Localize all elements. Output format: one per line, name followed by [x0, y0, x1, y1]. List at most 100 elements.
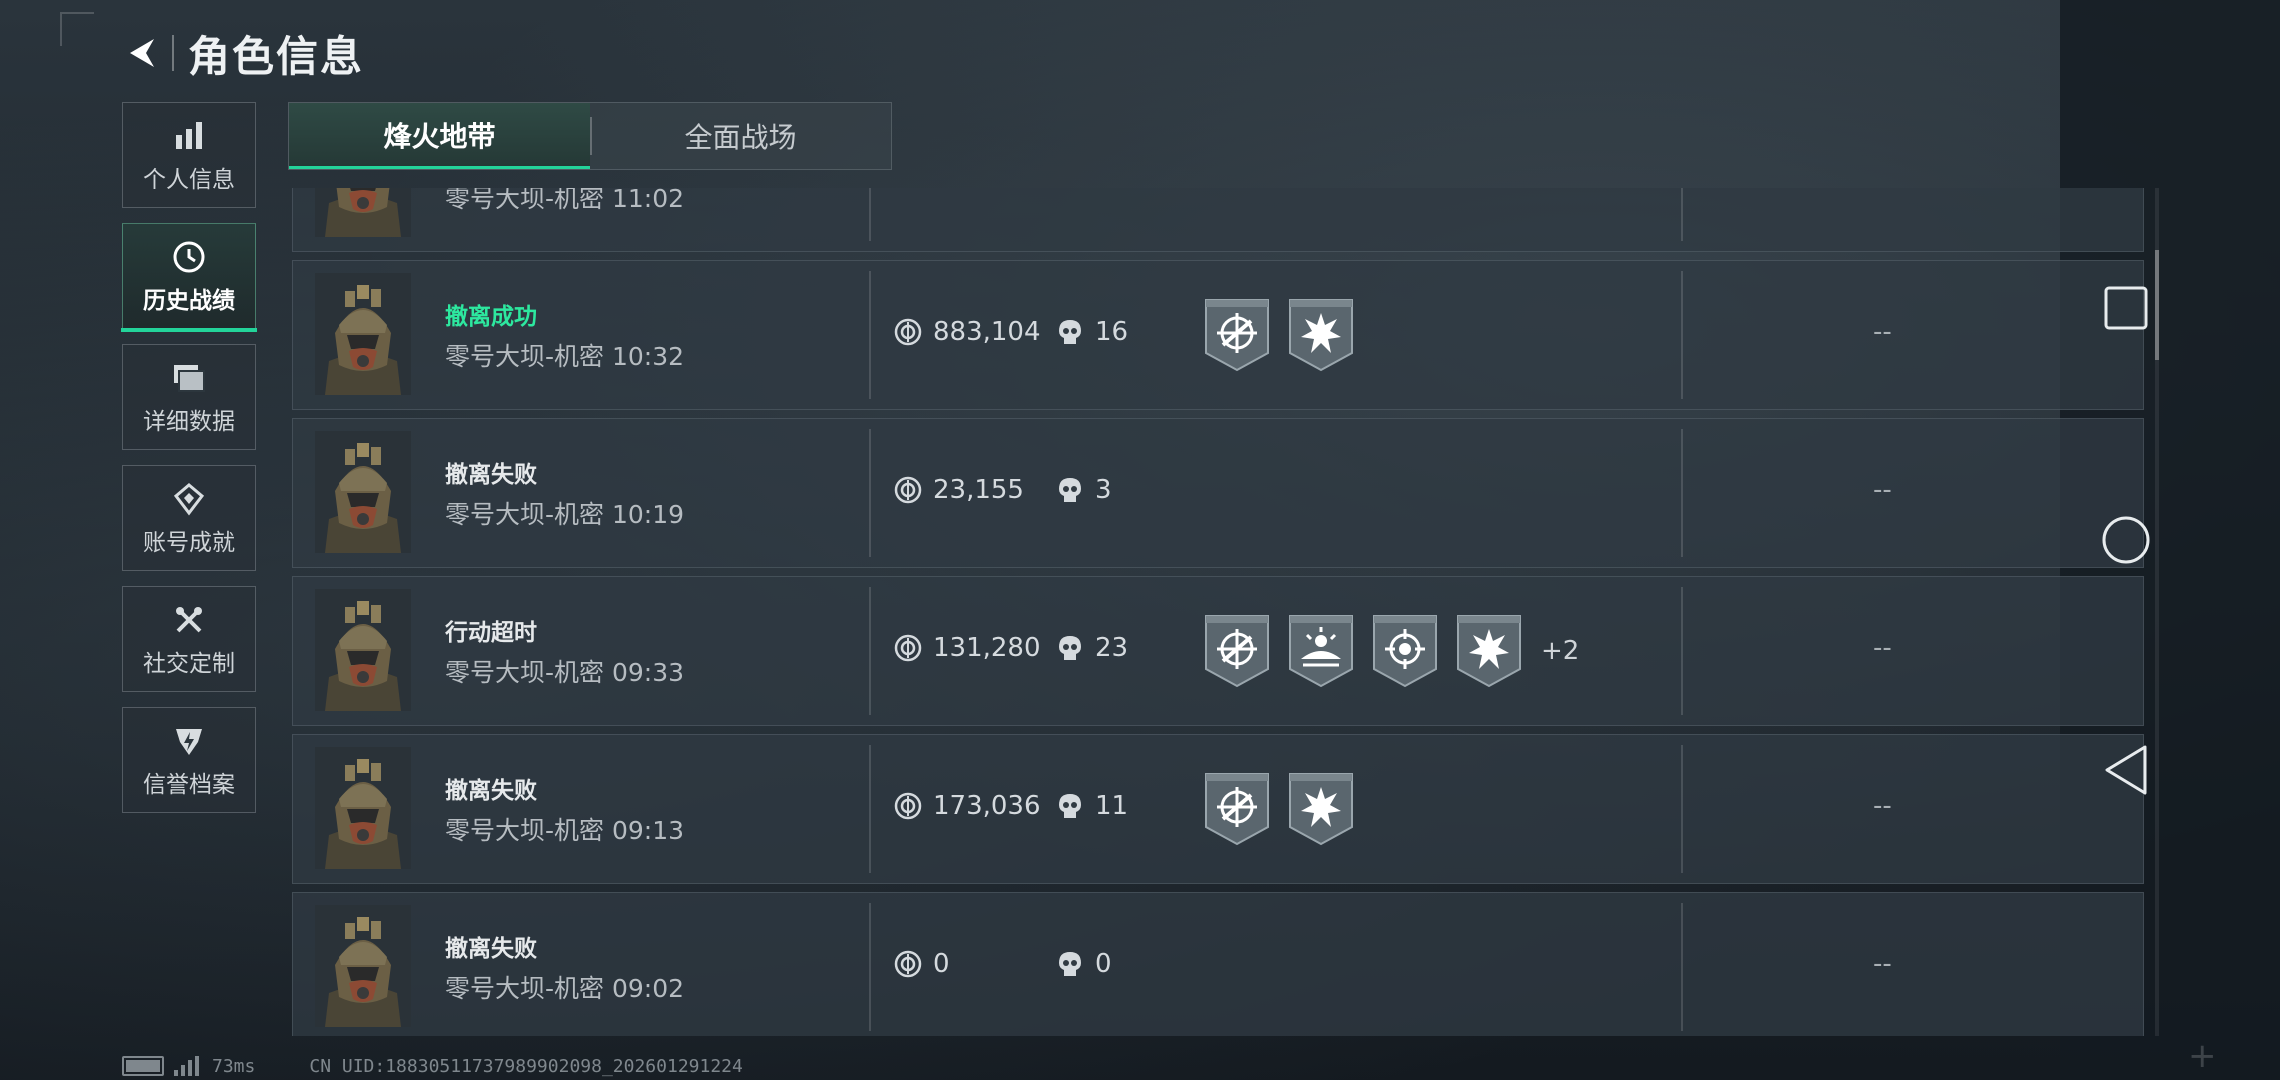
burst-badge-icon[interactable]: [1455, 613, 1523, 689]
map-name: 零号大坝-机密: [445, 658, 605, 687]
credit-shield-icon: [169, 721, 209, 761]
coin-icon: [893, 317, 923, 347]
map-and-time: 零号大坝-机密 09:02: [445, 969, 684, 1005]
sidebar-item-personal-info[interactable]: 个人信息: [122, 102, 256, 208]
crosshair-badge-icon[interactable]: [1203, 771, 1271, 847]
loot-value: 131,280: [893, 633, 1041, 663]
match-record-row[interactable]: 撤离成功零号大坝-机密 10:32 883,104 16 --: [292, 260, 2144, 410]
match-time: 09:33: [611, 658, 685, 687]
back-arrow-icon[interactable]: [118, 29, 166, 77]
column-divider: [869, 903, 871, 1031]
sidebar-item-achievements[interactable]: 账号成就: [122, 465, 256, 571]
operator-avatar: [315, 589, 411, 711]
battery-icon: [122, 1056, 164, 1076]
achievement-icon: [169, 479, 209, 519]
sidebar-item-label: 信誉档案: [143, 772, 235, 798]
loot-value-text: 883,104: [933, 317, 1041, 347]
coin-icon: [893, 188, 923, 189]
column-divider: [869, 587, 871, 715]
scrollbar-thumb[interactable]: [2155, 250, 2159, 360]
radar-badge-icon[interactable]: [1287, 613, 1355, 689]
loot-value: 173,036: [893, 791, 1041, 821]
kill-count-text: 23: [1095, 633, 1129, 663]
status-footer: 73ms CN UID:1883051173798990209​8_202601…: [122, 1054, 743, 1078]
match-time: 09:13: [611, 816, 685, 845]
header-divider: [172, 35, 174, 71]
map-and-time: 零号大坝-机密 10:19: [445, 495, 684, 531]
match-status: 撤离失败: [445, 462, 537, 488]
column-divider: [869, 745, 871, 873]
kill-count: 0: [1057, 949, 1112, 979]
crosshair-badge-icon[interactable]: [1203, 613, 1271, 689]
column-divider: [1681, 429, 1683, 557]
map-name: 零号大坝-机密: [445, 500, 605, 529]
tab-full-battle[interactable]: 全面战场: [590, 103, 891, 169]
loot-value-text: 131,280: [933, 633, 1041, 663]
map-and-time: 零号大坝-机密 09:33: [445, 653, 684, 689]
sidebar-item-social[interactable]: 社交定制: [122, 586, 256, 692]
result-value: --: [1873, 317, 1892, 347]
map-name: 零号大坝-机密: [445, 342, 605, 371]
match-history-list[interactable]: 零号大坝-机密 11:02-- 撤离成功零号大坝-机密 10:32 883,104 1…: [288, 188, 2144, 1036]
match-record-row[interactable]: 行动超时 零号大坝-机密 09:33 131,280 23 +2 --: [292, 576, 2144, 726]
sidebar: 个人信息 历史战绩 详细数据 账号成就 社交定制 信誉档案: [121, 102, 258, 828]
bar-chart-icon: [169, 116, 209, 156]
map-name: 零号大坝-机密: [445, 974, 605, 1003]
sidebar-item-label: 历史战绩: [143, 288, 235, 314]
skull-icon: [1057, 792, 1083, 820]
match-record-row[interactable]: 撤离失败 零号大坝-机密 10:19 23,155 3 --: [292, 418, 2144, 568]
match-record-row[interactable]: 零号大坝-机密 11:02 --: [292, 188, 2144, 252]
skull-icon: [1057, 634, 1083, 662]
badge-list: [1203, 297, 1373, 373]
corner-bracket: [60, 12, 94, 46]
column-divider: [1681, 271, 1683, 399]
skull-icon: [1057, 950, 1083, 978]
more-badges-count[interactable]: +2: [1541, 636, 1579, 666]
badge-list: [1203, 771, 1373, 847]
match-record-row[interactable]: 撤离失败 零号大坝-机密 09:13 173,036 11 --: [292, 734, 2144, 884]
loot-value: 883,104: [893, 317, 1041, 347]
page-title: 角色信息: [188, 31, 365, 81]
mode-tabs: 烽火地带 全面战场: [288, 102, 892, 170]
result-value: --: [1873, 188, 1892, 189]
match-time: 10:19: [611, 500, 685, 529]
target-badge-icon[interactable]: [1371, 613, 1439, 689]
loot-value: [893, 188, 933, 189]
page-header: 角色信息: [118, 18, 364, 88]
sidebar-item-label: 社交定制: [143, 651, 235, 677]
sidebar-item-history[interactable]: 历史战绩: [121, 223, 257, 332]
kill-count-text: 16: [1095, 317, 1129, 347]
kill-count-text: 11: [1095, 791, 1129, 821]
sidebar-item-detail-data[interactable]: 详细数据: [122, 344, 256, 450]
skull-icon: [1057, 476, 1083, 504]
loot-value: 0: [893, 949, 950, 979]
recent-apps-icon[interactable]: [2100, 282, 2152, 334]
badge-list: +2: [1203, 613, 1579, 689]
result-value: --: [1873, 633, 1892, 663]
signal-icon: [174, 1056, 202, 1076]
column-divider: [1681, 903, 1683, 1031]
burst-badge-icon[interactable]: [1287, 297, 1355, 373]
tab-fire-zone[interactable]: 烽火地带: [289, 103, 590, 169]
sidebar-item-credit[interactable]: 信誉档案: [122, 707, 256, 813]
back-nav-icon[interactable]: [2100, 744, 2152, 796]
match-status: 撤离成功: [445, 304, 537, 330]
coin-icon: [893, 633, 923, 663]
column-divider: [869, 429, 871, 557]
folder-stack-icon: [169, 358, 209, 398]
match-status: 撤离失败: [445, 936, 537, 962]
crosshair-badge-icon[interactable]: [1203, 297, 1271, 373]
burst-badge-icon[interactable]: [1287, 771, 1355, 847]
map-and-time: 零号大坝-机密 10:32: [445, 337, 684, 373]
tools-icon: [169, 600, 209, 640]
column-divider: [1681, 188, 1683, 241]
coin-icon: [893, 949, 923, 979]
operator-avatar: [315, 273, 411, 395]
sidebar-item-label: 账号成就: [143, 530, 235, 556]
operator-avatar: [315, 905, 411, 1027]
kill-count: 16: [1057, 317, 1128, 347]
match-time: 09:02: [611, 974, 685, 1003]
home-icon[interactable]: [2100, 514, 2152, 566]
map-name: 零号大坝-机密: [445, 816, 605, 845]
match-record-row[interactable]: 撤离失败 零号大坝-机密 09:02 0 0 --: [292, 892, 2144, 1036]
